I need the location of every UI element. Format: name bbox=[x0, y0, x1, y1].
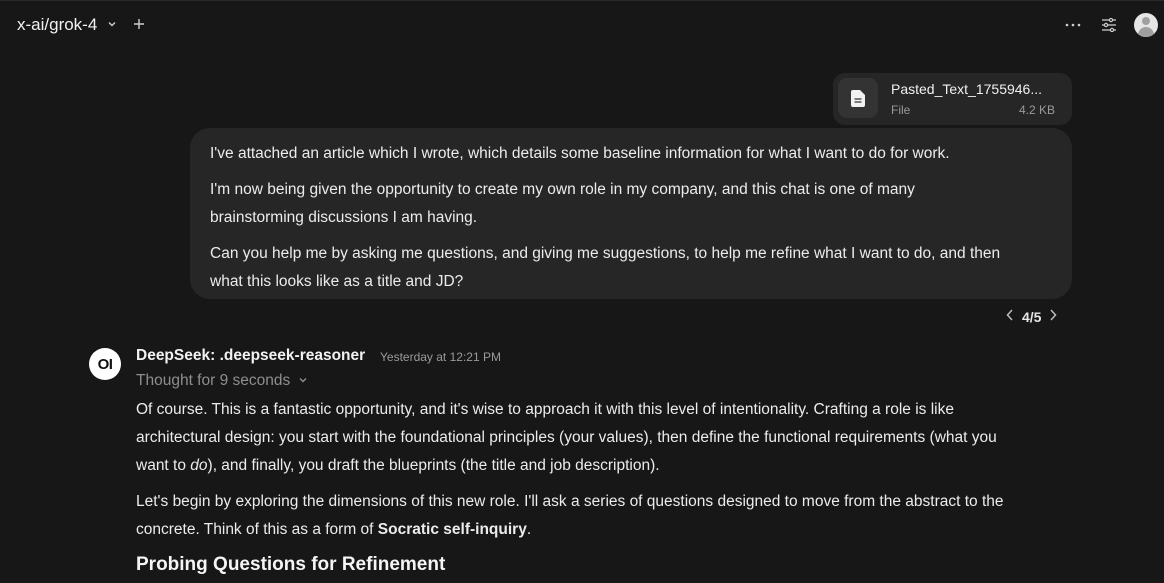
top-bar: x-ai/grok-4 bbox=[0, 0, 1164, 53]
model-name: x-ai/grok-4 bbox=[17, 15, 98, 34]
answer-line: . bbox=[526, 521, 532, 538]
sliders-icon[interactable] bbox=[1098, 13, 1120, 37]
assistant-name: DeepSeek: .deepseek-reasoner bbox=[136, 347, 366, 364]
answer-line: architectural design: you start with the… bbox=[136, 429, 997, 446]
user-message-line: I'm now being given the opportunity to c… bbox=[210, 181, 915, 198]
attachment-size: 4.2 KB bbox=[1018, 103, 1055, 117]
assistant-message: Of course. This is a fantastic opportuni… bbox=[136, 396, 1076, 578]
file-document-icon bbox=[838, 78, 878, 118]
attachment-card[interactable]: Pasted_Text_1755946... File 4.2 KB bbox=[833, 73, 1072, 125]
user-message-paragraph: Can you help me by asking me questions, … bbox=[210, 240, 1052, 296]
new-chat-plus-icon[interactable] bbox=[133, 14, 145, 35]
thought-toggle[interactable]: Thought for 9 seconds bbox=[136, 372, 308, 390]
attachment-name: Pasted_Text_1755946... bbox=[891, 81, 1043, 97]
user-message-line: what this looks like as a title and JD? bbox=[210, 273, 464, 290]
answer-emphasis: do bbox=[190, 457, 208, 474]
answer-line: Of course. This is a fantastic opportuni… bbox=[136, 401, 954, 418]
user-message-line: Can you help me by asking me questions, … bbox=[210, 245, 1001, 262]
model-selector[interactable]: x-ai/grok-4 bbox=[17, 15, 117, 35]
assistant-logo: OI bbox=[89, 348, 121, 380]
more-icon[interactable] bbox=[1062, 13, 1084, 37]
thought-label: Thought for 9 seconds bbox=[136, 372, 291, 389]
chevron-left-icon[interactable] bbox=[1006, 308, 1014, 326]
user-message-line: brainstorming discussions I am having. bbox=[210, 209, 478, 226]
top-right-actions bbox=[1062, 13, 1158, 37]
user-message-paragraph: I'm now being given the opportunity to c… bbox=[210, 176, 1052, 232]
chevron-down-icon bbox=[107, 19, 117, 32]
answer-paragraph: Let's begin by exploring the dimensions … bbox=[136, 488, 1076, 544]
answer-paragraph: Of course. This is a fantastic opportuni… bbox=[136, 396, 1076, 480]
pager-label: 4/5 bbox=[1022, 309, 1042, 325]
user-message-bubble: I've attached an article which I wrote, … bbox=[190, 128, 1072, 299]
chevron-right-icon[interactable] bbox=[1049, 308, 1057, 326]
response-pager: 4/5 bbox=[1006, 308, 1057, 326]
answer-line: ), and finally, you draft the blueprints… bbox=[207, 457, 660, 474]
answer-heading: Probing Questions for Refinement bbox=[136, 554, 446, 575]
answer-line: want to bbox=[136, 457, 191, 474]
attachment-type: File bbox=[891, 103, 911, 117]
chevron-down-icon bbox=[298, 375, 308, 388]
user-message-paragraph: I've attached an article which I wrote, … bbox=[210, 145, 950, 162]
answer-line: concrete. Think of this as a form of bbox=[136, 521, 378, 538]
user-avatar-icon[interactable] bbox=[1134, 13, 1158, 37]
answer-line: Let's begin by exploring the dimensions … bbox=[136, 493, 1004, 510]
message-timestamp: Yesterday at 12:21 PM bbox=[380, 350, 501, 364]
answer-bold: Socratic self-inquiry bbox=[377, 521, 527, 538]
